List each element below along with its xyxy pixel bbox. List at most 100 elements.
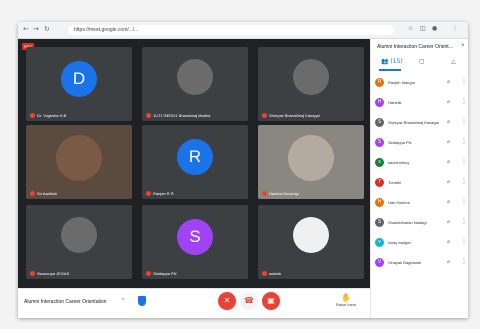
mic-muted-icon — [146, 271, 151, 276]
list-item[interactable]: S Shreyas Bharathiraj Kasagal ⌀ ⋮ — [375, 117, 467, 129]
participant-name: Sri Aadhish — [30, 191, 57, 196]
participant-list-name: Tunidhi — [388, 180, 401, 185]
participant-name: Ranjan R R — [146, 191, 174, 196]
participant-tile[interactable]: Harsha Devaraju — [258, 125, 364, 199]
more-options-icon[interactable]: ⋮ — [461, 238, 467, 245]
participant-photo — [288, 135, 334, 181]
mic-off-icon[interactable]: ⌀ — [447, 219, 450, 225]
avatar: H — [375, 198, 384, 207]
participant-avatar: D — [61, 61, 97, 97]
active-tab-indicator — [379, 69, 401, 71]
participant-avatar: R — [177, 139, 213, 175]
list-item[interactable]: S Siddappa PN ⌀ ⋮ — [375, 137, 467, 149]
mic-off-icon[interactable]: ⌀ — [447, 259, 450, 265]
participant-photo — [177, 59, 213, 95]
back-icon[interactable]: ← — [23, 25, 29, 33]
participant-tile[interactable]: S Siddappa PN — [142, 205, 248, 279]
participant-name: Siddappa PN — [146, 271, 177, 276]
list-item[interactable]: S Shashidharan Nadagi ⌀ ⋮ — [375, 217, 467, 229]
participant-list-name: Hari Kishore — [388, 200, 411, 205]
avatar: s — [375, 158, 384, 167]
star-icon[interactable]: ☆ — [408, 25, 413, 32]
list-item[interactable]: s sachinnitroy ⌀ ⋮ — [375, 157, 467, 169]
list-item[interactable]: T Tunidhi ⌀ ⋮ — [375, 177, 467, 189]
people-panel: Alumni Interaction Career Orient... × 👥 … — [370, 39, 468, 318]
url-input[interactable]: https://meet.google.com/.../... — [68, 25, 394, 35]
mic-off-icon[interactable]: ⌀ — [447, 119, 450, 125]
participant-tile[interactable]: adarsh — [258, 205, 364, 279]
participant-list-name: vinay badger — [388, 240, 411, 245]
avatar: S — [375, 118, 384, 127]
participant-list-name: Shreyas Bharathiraj Kasagal — [388, 120, 439, 125]
camera-off-button[interactable]: ▣ — [262, 292, 280, 310]
hang-up-button[interactable]: ☎ — [240, 292, 258, 310]
avatar: v — [375, 238, 384, 247]
chevron-up-icon[interactable]: ^ — [122, 298, 124, 304]
participant-photo — [56, 135, 102, 181]
participant-tile[interactable]: R Ranjan R R — [142, 125, 248, 199]
participant-tile[interactable]: Shreyas Bharathiraj Kasagal — [258, 47, 364, 121]
menu-icon[interactable]: ⋮ — [452, 25, 458, 32]
participant-tile[interactable]: 1UT17ME021 Bhandaraj Madha — [142, 47, 248, 121]
mic-muted-icon — [262, 191, 267, 196]
mic-muted-icon — [30, 271, 35, 276]
participant-name: Dr. Yogesha H.B — [30, 113, 66, 118]
hand-icon: ✋ — [341, 293, 351, 302]
avatar: R — [375, 78, 384, 87]
more-options-icon[interactable]: ⋮ — [461, 78, 467, 85]
close-icon[interactable]: × — [461, 43, 465, 49]
browser-window: ← → ↻ https://meet.google.com/.../... ☆ … — [18, 22, 468, 318]
control-bar: Alumni Interaction Career Orientation ^ … — [18, 288, 443, 318]
list-item[interactable]: H Harshik ⌀ ⋮ — [375, 97, 467, 109]
tab-chat[interactable]: ▢ — [419, 58, 425, 65]
more-options-icon[interactable]: ⋮ — [461, 98, 467, 105]
avatar: S — [375, 218, 384, 227]
more-options-icon[interactable]: ⋮ — [461, 138, 467, 145]
avatar: S — [375, 138, 384, 147]
tab-people[interactable]: 👥 (15) — [381, 58, 403, 65]
more-options-icon[interactable]: ⋮ — [461, 198, 467, 205]
more-options-icon[interactable]: ⋮ — [461, 178, 467, 185]
mic-off-icon[interactable]: ⌀ — [447, 99, 450, 105]
forward-icon[interactable]: → — [33, 25, 39, 33]
extension-icon[interactable]: ◫ — [420, 25, 426, 32]
more-options-icon[interactable]: ⋮ — [461, 218, 467, 225]
panel-title: Alumni Interaction Career Orient... — [377, 44, 453, 50]
participant-name: Harsha Devaraju — [262, 191, 299, 196]
more-options-icon[interactable]: ⋮ — [461, 258, 467, 265]
avatar: V — [375, 258, 384, 267]
participant-name: Shreyas Bharathiraj Kasagal — [262, 113, 320, 118]
participant-tile[interactable]: Swaroopa JEGAS — [26, 205, 132, 279]
shield-icon[interactable] — [138, 296, 146, 306]
mic-off-icon[interactable]: ⌀ — [447, 79, 450, 85]
avatar: H — [375, 98, 384, 107]
tab-activities[interactable]: △ — [451, 58, 456, 65]
participant-photo — [293, 217, 329, 253]
address-bar-row: ← → ↻ https://meet.google.com/.../... ☆ … — [18, 22, 468, 39]
participant-list-name: Ranjith Irlangur — [388, 80, 416, 85]
participant-photo — [61, 217, 97, 253]
reload-icon[interactable]: ↻ — [44, 25, 50, 33]
mic-off-icon[interactable]: ⌀ — [447, 159, 450, 165]
participant-tile[interactable]: Sri Aadhish — [26, 125, 132, 199]
more-options-icon[interactable]: ⋮ — [461, 118, 467, 125]
mic-off-icon[interactable]: ⌀ — [447, 199, 450, 205]
mic-off-button[interactable]: ✕ — [218, 292, 236, 310]
participant-name: Swaroopa JEGAS — [30, 271, 69, 276]
more-options-icon[interactable]: ⋮ — [461, 158, 467, 165]
mic-muted-icon — [30, 113, 35, 118]
phone-icon: ☎ — [244, 296, 254, 305]
list-item[interactable]: H Hari Kishore ⌀ ⋮ — [375, 197, 467, 209]
raise-hand-button[interactable]: ✋ Raise hand — [326, 293, 366, 307]
participant-photo — [293, 59, 329, 95]
list-item[interactable]: R Ranjith Irlangur ⌀ ⋮ — [375, 77, 467, 89]
profile-icon[interactable]: ● — [432, 25, 437, 32]
list-item[interactable]: v vinay badger ⌀ ⋮ — [375, 237, 467, 249]
mic-off-icon[interactable]: ⌀ — [447, 139, 450, 145]
mic-muted-icon — [262, 113, 267, 118]
mic-off-icon[interactable]: ⌀ — [447, 239, 450, 245]
mic-off-icon[interactable]: ⌀ — [447, 179, 450, 185]
participant-tile[interactable]: D Dr. Yogesha H.B — [26, 47, 132, 121]
mic-muted-icon — [262, 271, 267, 276]
list-item[interactable]: V Vinayak Bagewadi ⌀ ⋮ — [375, 257, 467, 269]
